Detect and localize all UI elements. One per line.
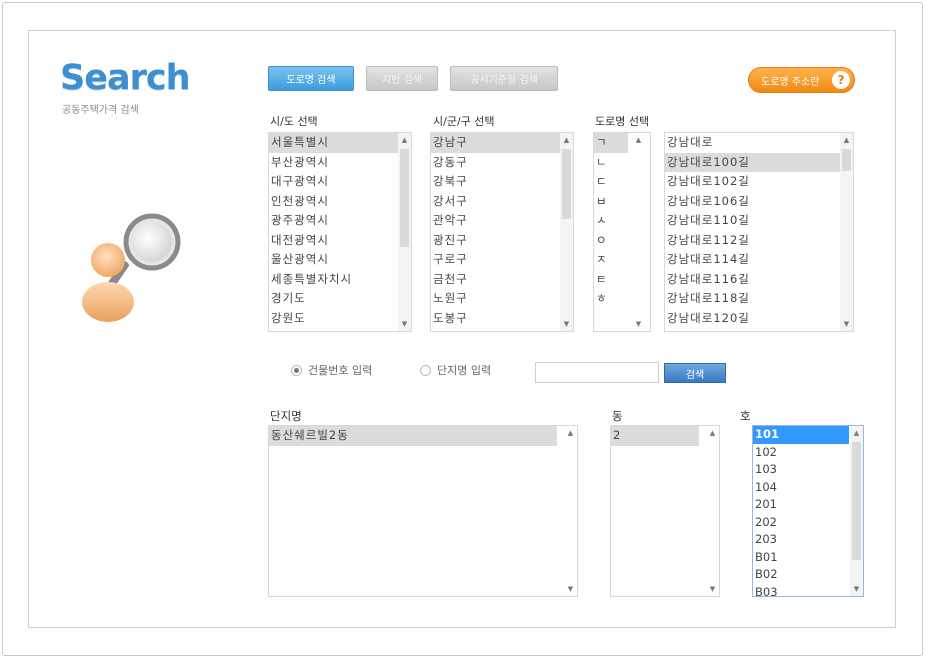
- dong-title: 동: [612, 409, 623, 423]
- building-number-label: 건물번호 입력: [308, 364, 373, 377]
- logo-subtitle: 공동주택가격 검색: [62, 105, 139, 116]
- list-item[interactable]: B03: [753, 584, 863, 597]
- tab-announcement-date-search[interactable]: 공시기준일 검색: [450, 66, 558, 91]
- sido-scrollbar[interactable]: ▲ ▼: [398, 133, 411, 331]
- scroll-up-icon[interactable]: ▲: [564, 427, 577, 439]
- scroll-up-icon[interactable]: ▲: [560, 134, 573, 146]
- scroll-down-icon[interactable]: ▼: [632, 318, 645, 330]
- list-item[interactable]: 서울특별시: [269, 133, 411, 153]
- list-item[interactable]: ㄱ: [594, 133, 628, 153]
- road-select-title: 도로명 선택: [595, 115, 650, 128]
- list-item[interactable]: 103: [753, 461, 863, 479]
- radio-checked-icon[interactable]: [291, 364, 302, 376]
- list-item[interactable]: 강남대로100길: [665, 152, 840, 172]
- initial-scrollbar[interactable]: ▲ ▼: [632, 133, 650, 331]
- scroll-down-icon[interactable]: ▼: [706, 583, 719, 595]
- scroll-up-icon[interactable]: ▲: [850, 427, 863, 439]
- scroll-down-icon[interactable]: ▼: [560, 318, 573, 330]
- list-item[interactable]: 강남대로120길: [665, 309, 853, 329]
- list-item[interactable]: 104: [753, 479, 863, 497]
- search-logo: Search: [60, 58, 190, 98]
- list-item[interactable]: 203: [753, 531, 863, 549]
- sigungu-listbox[interactable]: 강남구 강동구 강북구 강서구 관악구 광진구 구로구 금천구 노원구 도봉구 …: [430, 132, 574, 332]
- search-input[interactable]: [535, 362, 659, 383]
- list-item[interactable]: 강남구: [431, 133, 573, 153]
- scroll-down-icon[interactable]: ▼: [850, 583, 863, 595]
- list-item[interactable]: 강남대로114길: [665, 250, 853, 270]
- tab-road-name-search[interactable]: 도로명 검색: [268, 66, 354, 91]
- list-item[interactable]: 201: [753, 496, 863, 514]
- list-item[interactable]: 강남대로112길: [665, 231, 853, 251]
- building-number-radio[interactable]: 건물번호 입력: [291, 362, 372, 378]
- complex-title: 단지명: [270, 409, 302, 423]
- ho-title: 호: [740, 409, 751, 423]
- ho-listbox[interactable]: 101 102 103 104 201 202 203 B01 B02 B03 …: [752, 425, 864, 597]
- list-item[interactable]: 대구광역시: [269, 172, 411, 192]
- road-name-listbox[interactable]: 강남대로 강남대로100길 강남대로102길 강남대로106길 강남대로110길…: [664, 132, 854, 332]
- scroll-up-icon[interactable]: ▲: [398, 134, 411, 146]
- list-item[interactable]: 광주광역시: [269, 211, 411, 231]
- radio-unchecked-icon[interactable]: [420, 364, 431, 376]
- list-item[interactable]: 부산광역시: [269, 153, 411, 173]
- list-item[interactable]: 강남대로: [665, 133, 853, 153]
- list-item[interactable]: 도봉구: [431, 309, 573, 329]
- sigungu-scrollbar[interactable]: ▲ ▼: [560, 133, 573, 331]
- list-item[interactable]: 102: [753, 444, 863, 462]
- list-item[interactable]: 강남대로116길: [665, 270, 853, 290]
- list-item[interactable]: 광진구: [431, 231, 573, 251]
- road-initial-listbox[interactable]: ㄱ ㄴ ㄷ ㅂ ㅅ ㅇ ㅈ ㅌ ㅎ ▲ ▼: [593, 132, 651, 332]
- complex-scrollbar[interactable]: ▲ ▼: [564, 426, 577, 596]
- sido-listbox[interactable]: 서울특별시 부산광역시 대구광역시 인천광역시 광주광역시 대전광역시 울산광역…: [268, 132, 412, 332]
- list-item[interactable]: 울산광역시: [269, 250, 411, 270]
- list-item[interactable]: 관악구: [431, 211, 573, 231]
- road-name-scrollbar[interactable]: ▲ ▼: [840, 133, 853, 331]
- dong-scrollbar[interactable]: ▲ ▼: [706, 426, 719, 596]
- tab-lot-number-search[interactable]: 지번 검색: [366, 66, 438, 91]
- list-item[interactable]: 강남대로118길: [665, 289, 853, 309]
- scroll-up-icon[interactable]: ▲: [840, 134, 853, 146]
- list-item[interactable]: 강남대로110길: [665, 211, 853, 231]
- complex-listbox[interactable]: 동산쉐르빌2동 ▲ ▼: [268, 425, 578, 597]
- list-item[interactable]: 강원도: [269, 309, 411, 329]
- scroll-thumb[interactable]: [400, 149, 409, 247]
- sido-select-title: 시/도 선택: [270, 115, 318, 128]
- list-item[interactable]: 노원구: [431, 289, 573, 309]
- scroll-up-icon[interactable]: ▲: [632, 134, 645, 146]
- person-search-icon: [82, 213, 181, 322]
- list-item[interactable]: 101: [753, 426, 849, 444]
- list-item[interactable]: 강남대로106길: [665, 192, 853, 212]
- list-item[interactable]: 인천광역시: [269, 192, 411, 212]
- question-icon: ?: [832, 71, 850, 89]
- list-item[interactable]: 강서구: [431, 192, 573, 212]
- list-item[interactable]: B02: [753, 566, 863, 584]
- list-item[interactable]: 구로구: [431, 250, 573, 270]
- dong-listbox[interactable]: 2 ▲ ▼: [610, 425, 720, 597]
- complex-name-label: 단지명 입력: [437, 364, 492, 377]
- ho-scrollbar[interactable]: ▲ ▼: [850, 426, 863, 596]
- list-item[interactable]: B01: [753, 549, 863, 567]
- scroll-thumb[interactable]: [562, 149, 571, 219]
- scroll-down-icon[interactable]: ▼: [398, 318, 411, 330]
- list-item[interactable]: 동산쉐르빌2동: [269, 426, 557, 446]
- scroll-down-icon[interactable]: ▼: [564, 583, 577, 595]
- list-item[interactable]: 강남대로102길: [665, 172, 853, 192]
- list-item[interactable]: 강북구: [431, 172, 573, 192]
- road-address-guide-button[interactable]: 도로명 주소란 ?: [748, 67, 855, 93]
- sigungu-select-title: 시/군/구 선택: [433, 115, 495, 128]
- scroll-down-icon[interactable]: ▼: [840, 318, 853, 330]
- scroll-thumb[interactable]: [842, 149, 851, 171]
- complex-name-radio[interactable]: 단지명 입력: [420, 362, 491, 378]
- list-item[interactable]: 금천구: [431, 270, 573, 290]
- list-item[interactable]: 2: [611, 426, 699, 446]
- list-item[interactable]: 대전광역시: [269, 231, 411, 251]
- scroll-up-icon[interactable]: ▲: [706, 427, 719, 439]
- search-button[interactable]: 검색: [664, 363, 726, 383]
- list-item[interactable]: 경기도: [269, 289, 411, 309]
- list-item[interactable]: 202: [753, 514, 863, 532]
- scroll-thumb[interactable]: [852, 442, 861, 560]
- list-item[interactable]: 강동구: [431, 153, 573, 173]
- guide-button-label: 도로명 주소란: [761, 76, 820, 88]
- list-item[interactable]: 세종특별자치시: [269, 270, 411, 290]
